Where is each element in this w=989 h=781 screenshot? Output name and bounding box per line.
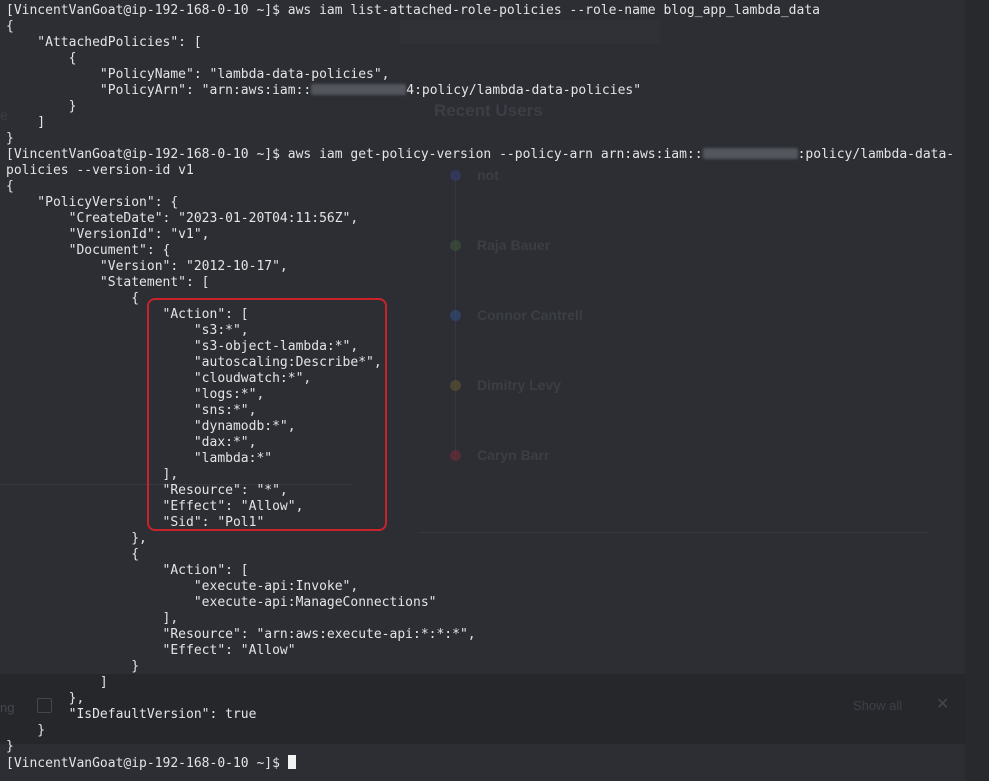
terminal-window[interactable]: [VincentVanGoat@ip-192-168-0-10 ~]$ aws … — [0, 0, 989, 781]
output-line: } — [6, 99, 77, 114]
command-line: [VincentVanGoat@ip-192-168-0-10 ~]$ — [6, 755, 954, 771]
output-line: "Statement": [ — [6, 275, 210, 290]
output-line: ] — [6, 115, 46, 130]
output-line: "Version": "2012-10-17", — [6, 259, 288, 274]
output-line: "Resource": "arn:aws:execute-api:*:*:*", — [6, 627, 476, 642]
output-line: } — [6, 739, 14, 754]
output-line: { — [6, 547, 140, 562]
output-line: "PolicyVersion": { — [6, 195, 179, 210]
output-line: } — [6, 659, 140, 674]
output-line: "PolicyArn": "arn:aws:iam:: 4:policy/lamb… — [6, 83, 642, 98]
output-line: "Action": [ — [6, 563, 249, 578]
output-line: "execute-api:ManageConnections" — [6, 595, 437, 610]
output-line: "Document": { — [6, 243, 171, 258]
output-line: } — [6, 723, 46, 738]
shell-prompt: [VincentVanGoat@ip-192-168-0-10 ~]$ — [6, 756, 288, 771]
output-line: }, — [6, 691, 85, 706]
output-line: "PolicyName": "lambda-data-policies", — [6, 67, 390, 82]
highlight-box-statement-1 — [147, 298, 387, 531]
command-text: policies --version-id v1 — [6, 163, 194, 178]
output-line: } — [6, 131, 14, 146]
command-text: aws iam list-attached-role-policies --ro… — [287, 3, 820, 18]
output-line: "execute-api:Invoke", — [6, 579, 359, 594]
command-text: aws iam get-policy-version --policy-arn … — [287, 147, 703, 162]
command-line-wrap: policies --version-id v1 — [6, 163, 954, 179]
output-line: { — [6, 19, 14, 34]
shell-prompt: [VincentVanGoat@ip-192-168-0-10 ~]$ — [6, 147, 288, 162]
command-text: :policy/lambda-data- — [797, 147, 955, 162]
output-line: ] — [6, 675, 108, 690]
output-line: "CreateDate": "2023-01-20T04:11:56Z", — [6, 211, 359, 226]
output-line: }, — [6, 531, 147, 546]
output-line: "IsDefaultVersion": true — [6, 707, 257, 722]
command-line: [VincentVanGoat@ip-192-168-0-10 ~]$ aws … — [6, 147, 954, 163]
output-line: ], — [6, 611, 179, 626]
output-line: "Effect": "Allow" — [6, 643, 296, 658]
command-line: [VincentVanGoat@ip-192-168-0-10 ~]$ aws … — [6, 3, 954, 19]
terminal-cursor — [287, 755, 296, 769]
redacted-account-id — [311, 84, 407, 95]
output-line: "AttachedPolicies": [ — [6, 35, 202, 50]
output-line: "VersionId": "v1", — [6, 227, 210, 242]
output-line: { — [6, 51, 77, 66]
output-line: { — [6, 179, 14, 194]
shell-prompt: [VincentVanGoat@ip-192-168-0-10 ~]$ — [6, 3, 288, 18]
redacted-account-id — [702, 148, 798, 159]
